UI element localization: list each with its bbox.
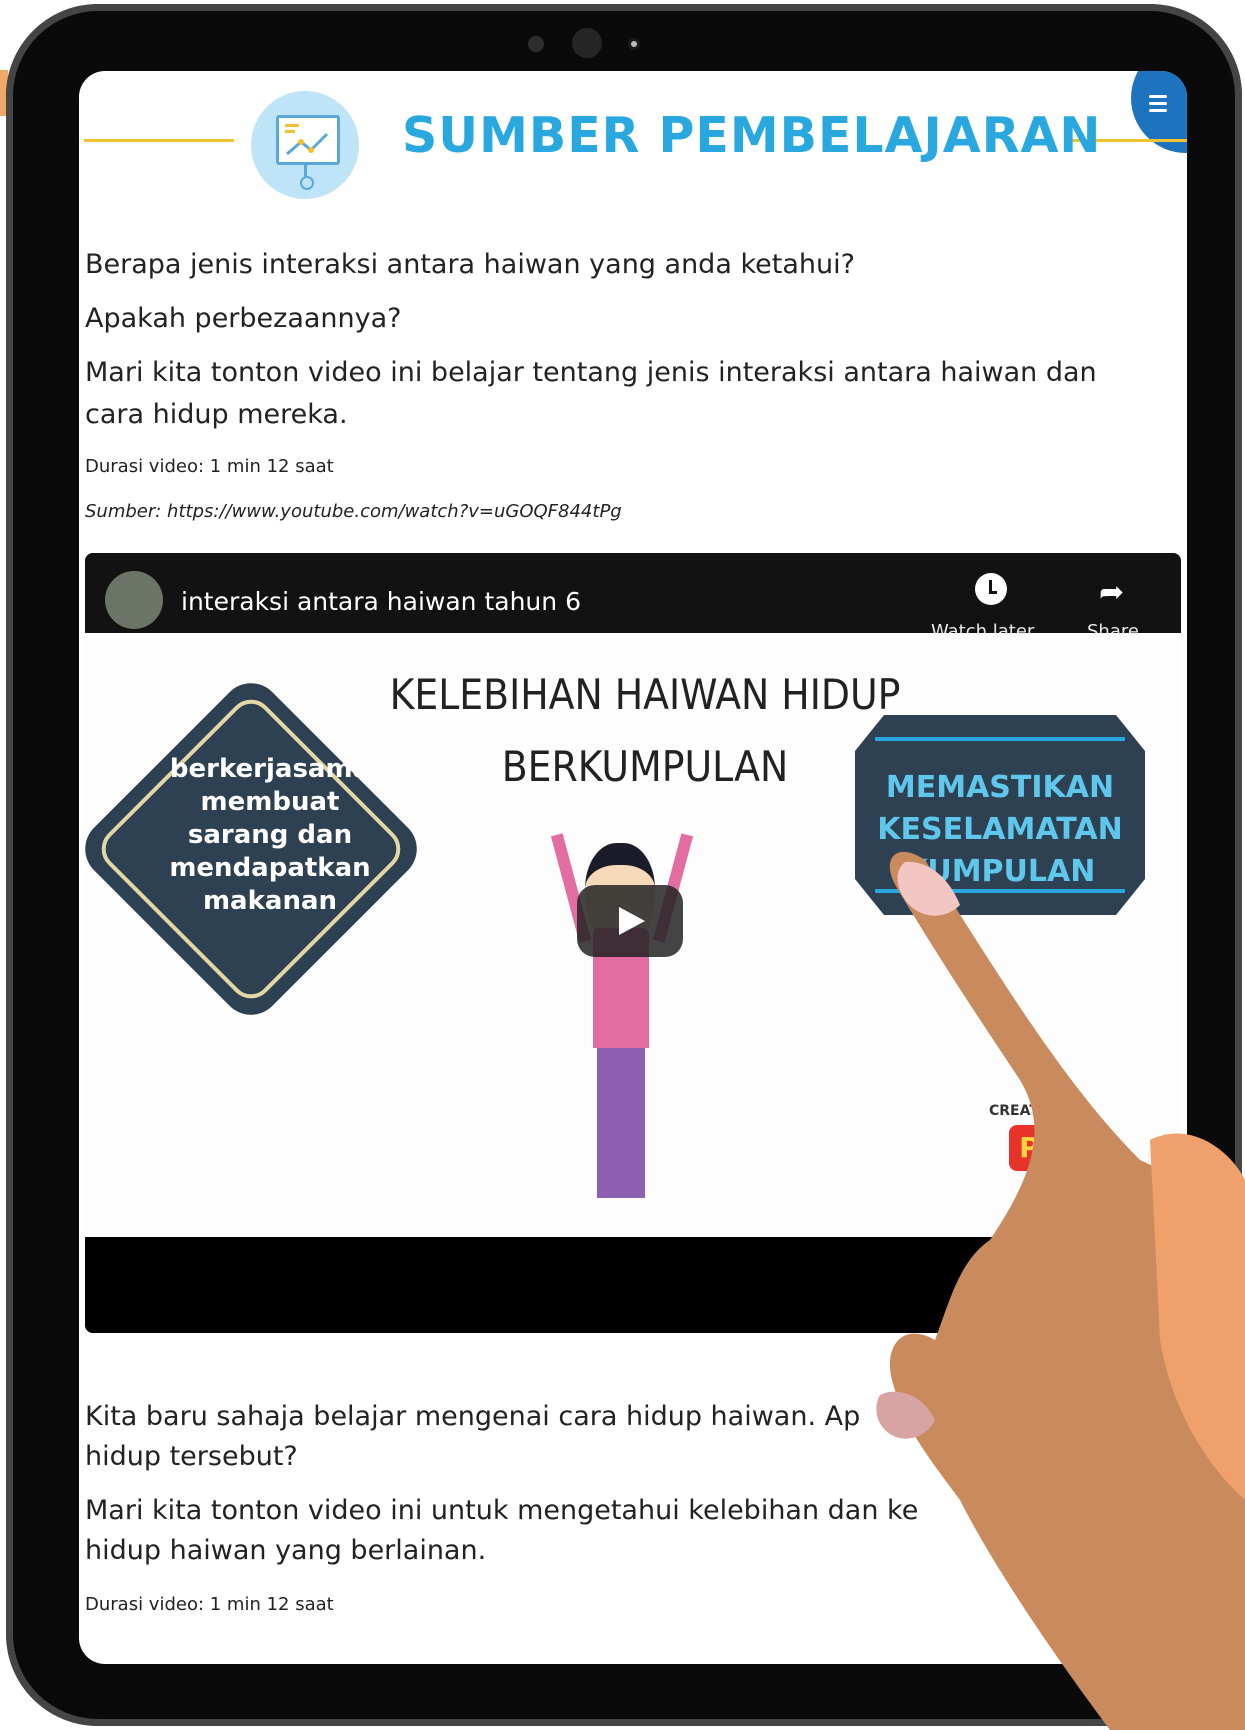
video-frame-title: KELEBIHAN HAIWAN HIDUP BERKUMPULAN	[389, 670, 901, 791]
video-duration-2: Durasi video: 1 min 12 saat	[85, 1594, 334, 1615]
section2-line-3: Mari kita tonton video ini untuk mengeta…	[85, 1495, 919, 1526]
video-header: interaksi antara haiwan tahun 6 Watch la…	[85, 553, 1181, 642]
left-badge-text: berkerjasama membuat sarang dan mendapat…	[169, 754, 371, 916]
credit-label: CREATED	[989, 1103, 1061, 1119]
question-1: Berapa jenis interaksi antara haiwan yan…	[85, 249, 855, 280]
video-player[interactable]: interaksi antara haiwan tahun 6 Watch la…	[85, 553, 1181, 1333]
presentation-chart-icon	[251, 91, 359, 199]
powtoon-logo: Po	[1009, 1125, 1069, 1171]
camera-lens-icon	[628, 38, 640, 50]
section2-line-2: hidup tersebut?	[85, 1441, 298, 1472]
intro-line-2: cara hidup mereka.	[85, 399, 348, 430]
clock-icon[interactable]	[975, 573, 1007, 605]
video-controls-bar[interactable]	[85, 1237, 1181, 1333]
question-2: Apakah perbezaannya?	[85, 303, 402, 334]
video-title[interactable]: interaksi antara haiwan tahun 6	[181, 587, 581, 616]
play-button[interactable]	[577, 885, 683, 957]
video-source-link[interactable]: Sumber: https://www.youtube.com/watch?v=…	[85, 501, 622, 522]
character-legs	[597, 1048, 645, 1198]
hamburger-menu-icon	[1149, 95, 1167, 116]
channel-avatar[interactable]	[105, 571, 163, 629]
section2-line-1: Kita baru sahaja belajar mengenai cara h…	[85, 1401, 1038, 1432]
page-title: SUMBER PEMBELAJARAN	[402, 107, 1102, 164]
video-duration: Durasi video: 1 min 12 saat	[85, 456, 334, 477]
share-icon[interactable]: ➦	[1099, 575, 1124, 610]
video-frame[interactable]: berkerjasama membuat sarang dan mendapat…	[85, 633, 1181, 1237]
screen: SUMBER PEMBELAJARAN Berapa jenis interak…	[79, 71, 1187, 1664]
header-line-left	[84, 139, 234, 142]
sensor-icon	[528, 36, 544, 52]
right-badge: MEMASTIKAN KESELAMATAN KUMPULAN	[855, 715, 1145, 915]
tablet-frame: SUMBER PEMBELAJARAN Berapa jenis interak…	[6, 4, 1242, 1726]
camera-icon	[572, 28, 602, 58]
section2-line-4: hidup haiwan yang berlainan.	[85, 1535, 487, 1566]
intro-line-1: Mari kita tonton video ini belajar tenta…	[85, 357, 1097, 388]
